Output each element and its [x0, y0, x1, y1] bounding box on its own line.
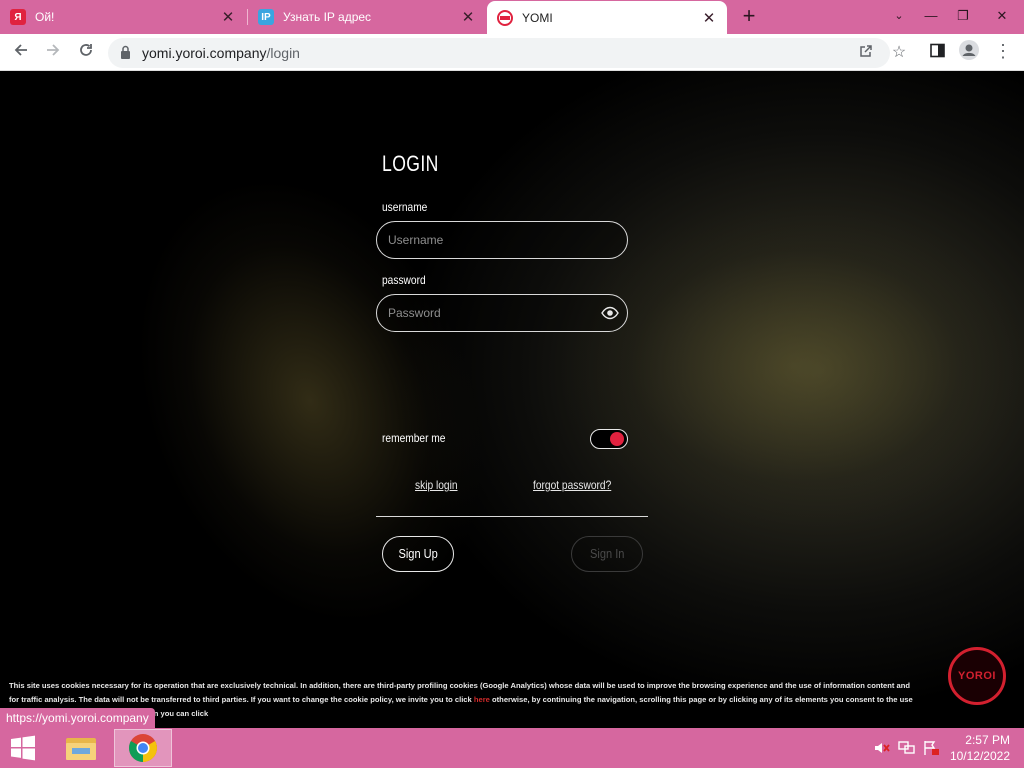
new-tab-button[interactable]: + [736, 4, 762, 30]
username-field-wrapper [376, 221, 628, 259]
address-bar[interactable]: yomi.yoroi.company/login [108, 38, 890, 68]
ip-icon: IP [258, 9, 274, 25]
taskbar-file-explorer[interactable] [52, 729, 110, 767]
url-host: yomi.yoroi.company [142, 45, 267, 61]
remember-me-row: remember me [376, 429, 628, 449]
clock-time: 2:57 PM [965, 733, 1010, 747]
tab-yomi[interactable]: YOMI ✕ [487, 1, 727, 34]
browser-toolbar: yomi.yoroi.company/login ☆ ⋮ [0, 34, 1024, 71]
action-center-flag-icon[interactable] [922, 740, 940, 756]
yomi-login-page: LOGIN username password remember me skip… [0, 71, 1024, 728]
network-icon[interactable] [898, 740, 916, 756]
tab-search-icon[interactable]: ⌄ [882, 0, 916, 34]
toggle-knob [610, 432, 624, 446]
link-status-bar: https://yomi.yoroi.company [0, 708, 155, 728]
side-panel-button[interactable] [924, 40, 950, 66]
login-links: skip login forgot password? [376, 478, 648, 496]
lock-icon[interactable] [120, 45, 131, 60]
skip-login-link[interactable]: skip login [415, 478, 458, 492]
remember-me-label: remember me [382, 431, 446, 445]
username-label: username [382, 200, 428, 214]
forward-arrow-icon [47, 44, 60, 56]
windows-taskbar: 2:57 PM 10/12/2022 [0, 728, 1024, 768]
share-icon[interactable] [856, 43, 876, 63]
password-label: password [382, 273, 426, 287]
username-input[interactable] [377, 222, 627, 258]
browser-tab-strip: Я Ой! ✕ IP Узнать IP адрес ✕ YOMI ✕ + ⌄ … [0, 0, 1024, 34]
sign-in-button[interactable]: Sign In [571, 536, 643, 572]
bookmark-star-icon[interactable]: ☆ [886, 40, 912, 66]
clock-date: 10/12/2022 [949, 749, 1010, 763]
yandex-icon: Я [10, 9, 26, 25]
url-path: /login [266, 45, 300, 61]
system-clock[interactable]: 2:57 PM 10/12/2022 [940, 732, 1010, 764]
close-tab-icon[interactable]: ✕ [701, 9, 717, 27]
reload-icon [80, 44, 92, 56]
url-text: yomi.yoroi.company/login [142, 45, 300, 61]
forgot-password-link[interactable]: forgot password? [533, 478, 611, 492]
password-input[interactable] [377, 295, 627, 331]
tab-title: Узнать IP адрес [283, 10, 372, 24]
windows-start-icon[interactable] [8, 734, 38, 762]
browser-menu-icon[interactable]: ⋮ [990, 40, 1016, 66]
minimize-button[interactable]: — [914, 0, 948, 34]
profile-avatar-icon [959, 40, 979, 60]
tab-title: YOMI [522, 10, 553, 25]
yoroi-logo[interactable]: YOROI [948, 647, 1006, 705]
back-arrow-icon [14, 44, 27, 56]
login-title: LOGIN [382, 151, 439, 176]
reload-button[interactable] [73, 40, 99, 66]
profile-button[interactable] [956, 40, 982, 66]
forward-button[interactable] [40, 40, 66, 66]
restore-button[interactable]: ❐ [946, 0, 980, 34]
tab-oi[interactable]: Я Ой! ✕ [0, 0, 246, 34]
volume-muted-icon[interactable] [873, 740, 891, 756]
file-explorer-folder-icon [66, 738, 96, 760]
form-divider [376, 516, 648, 517]
back-button[interactable] [8, 40, 34, 66]
sign-in-label: Sign In [589, 546, 625, 561]
tab-title: Ой! [35, 10, 55, 24]
yomi-icon [497, 9, 513, 26]
side-panel-icon [929, 43, 945, 58]
show-password-eye-icon[interactable] [601, 305, 619, 321]
tab-ip-address[interactable]: IP Узнать IP адрес ✕ [248, 0, 486, 34]
password-field-wrapper [376, 294, 628, 332]
taskbar-chrome[interactable] [114, 729, 172, 767]
close-tab-icon[interactable]: ✕ [220, 8, 236, 26]
remember-me-toggle[interactable] [590, 429, 628, 449]
sign-up-button[interactable]: Sign Up [382, 536, 454, 572]
sign-up-label: Sign Up [398, 546, 438, 561]
chrome-icon [129, 734, 157, 762]
logo-text: YOROI [958, 670, 996, 682]
close-tab-icon[interactable]: ✕ [460, 8, 476, 26]
cookie-policy-link[interactable]: here [474, 695, 490, 704]
close-window-button[interactable]: ✕ [980, 0, 1024, 34]
